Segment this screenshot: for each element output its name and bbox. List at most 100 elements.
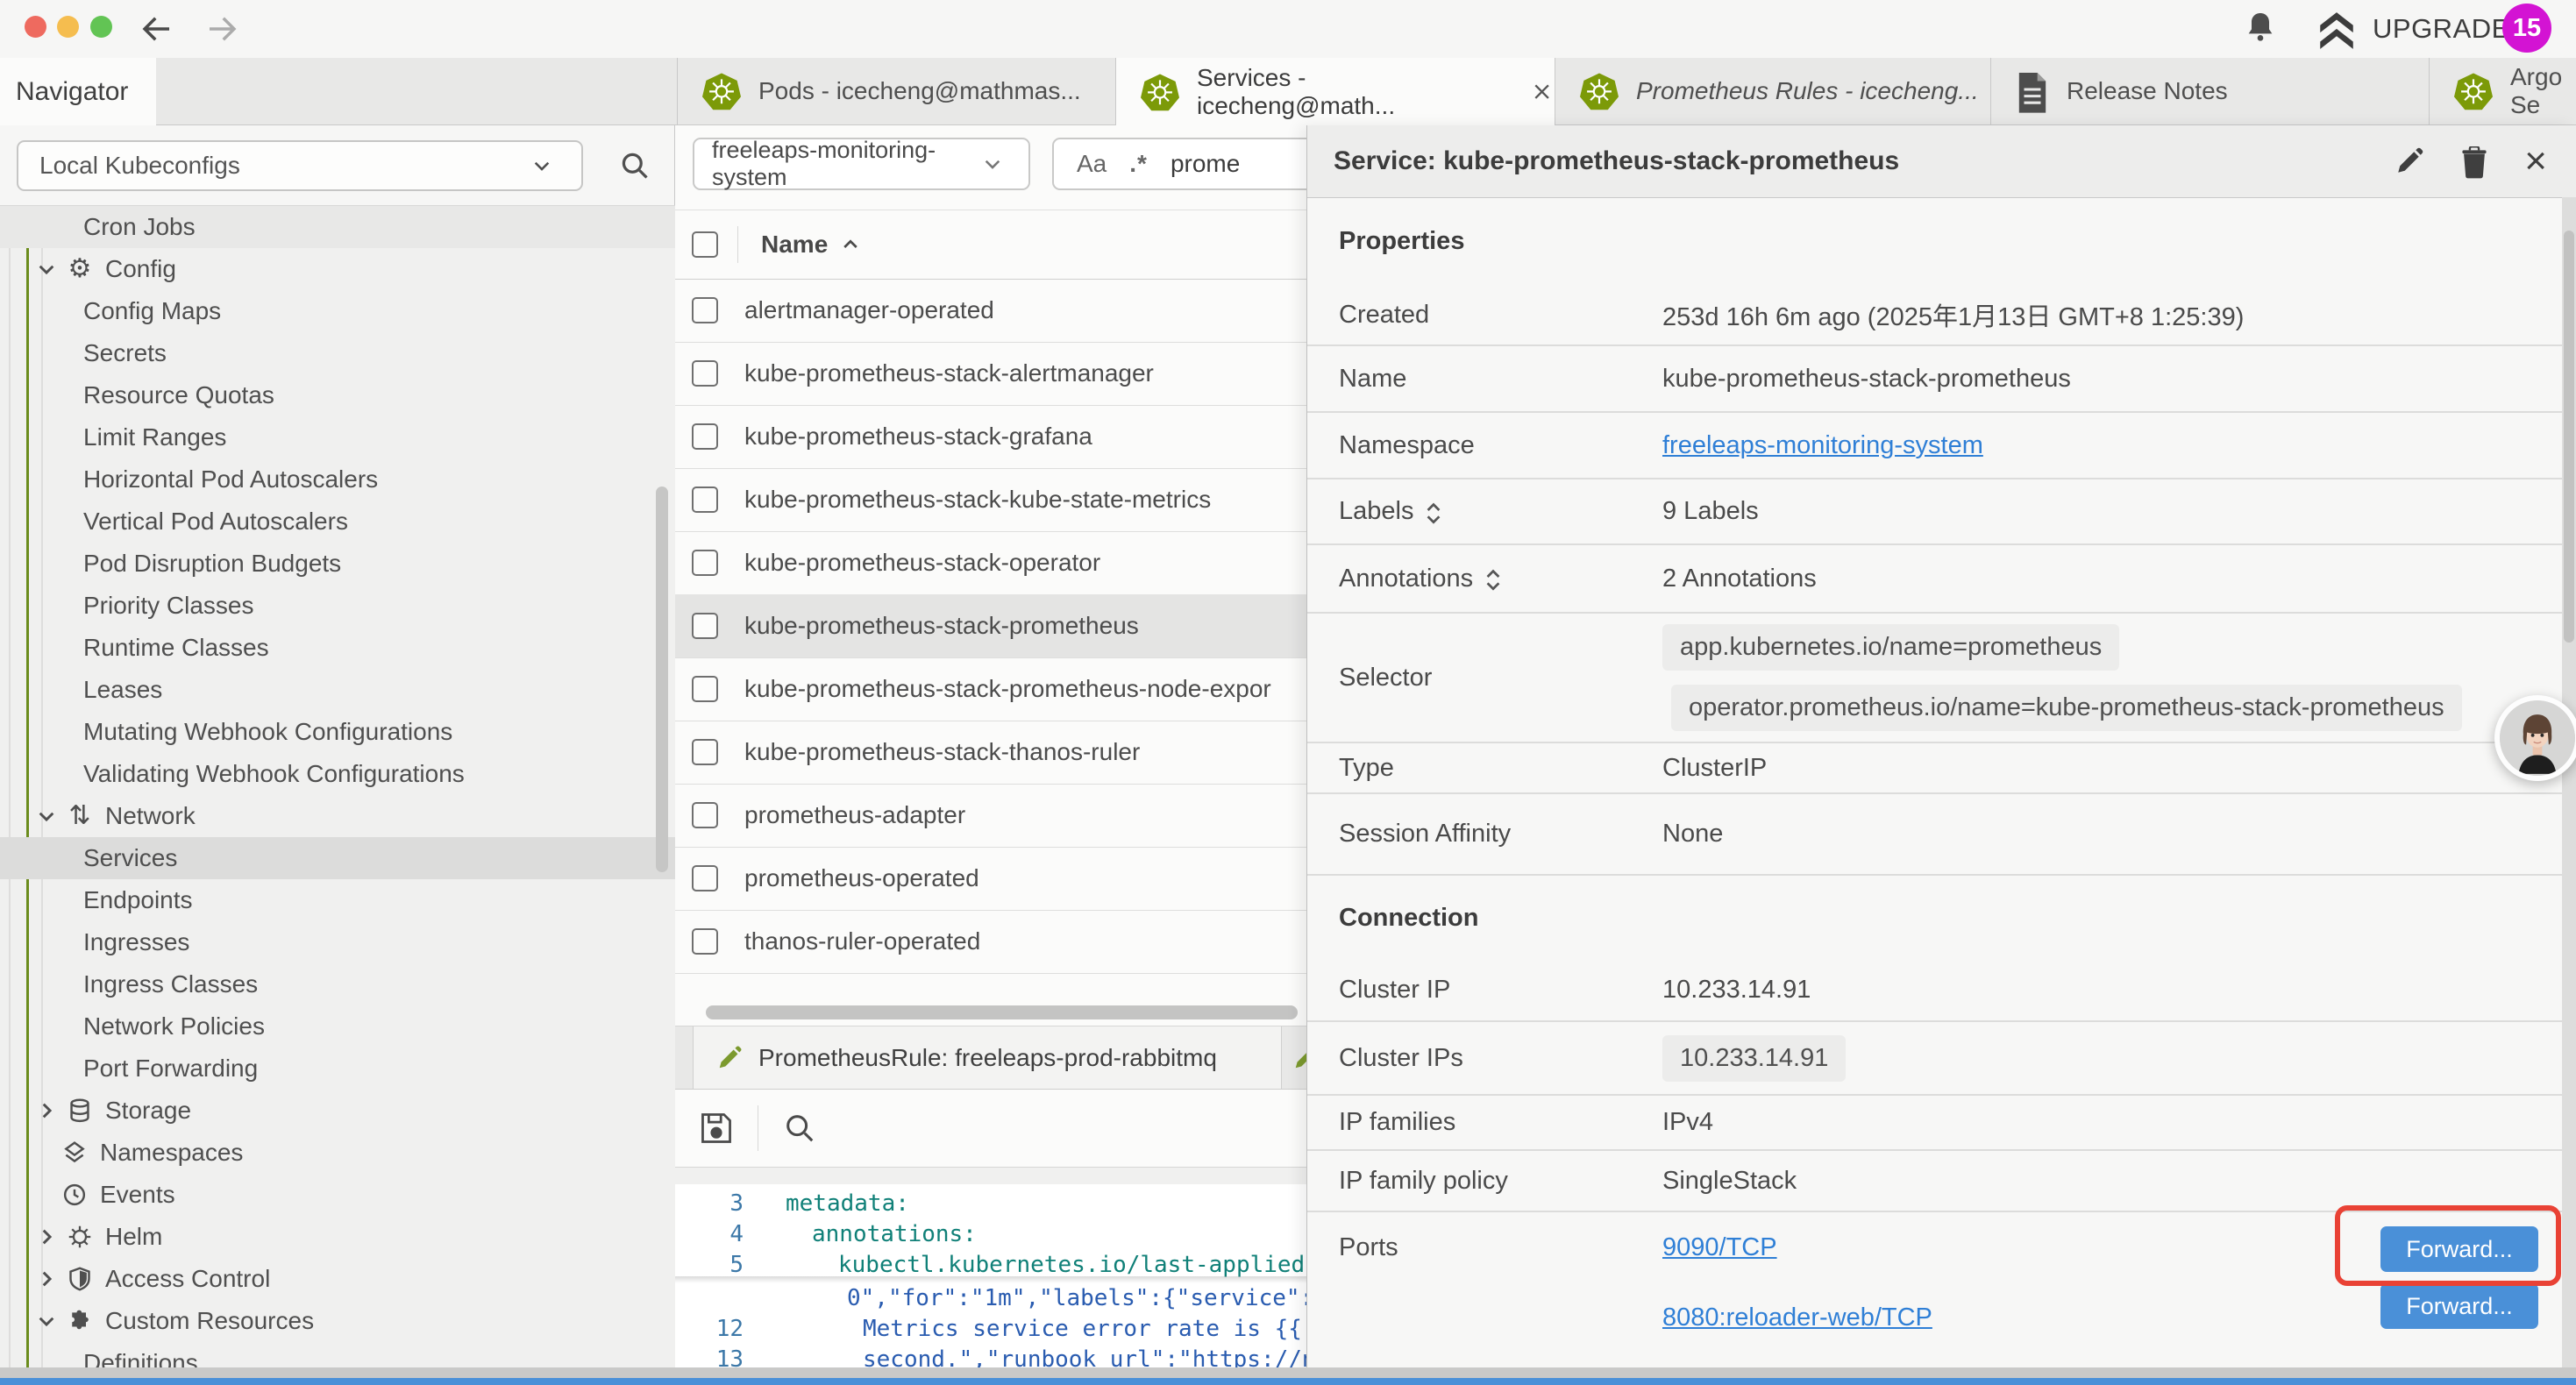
sidebar-scrollbar[interactable] <box>656 487 668 872</box>
close-icon[interactable]: × <box>2524 146 2547 176</box>
network-updown-icon: ⇅ <box>65 801 95 831</box>
table-row[interactable]: thanos-ruler-operated <box>675 910 1377 974</box>
sort-ascending-icon[interactable] <box>840 234 861 255</box>
save-icon[interactable] <box>700 1112 733 1145</box>
port-link[interactable]: 9090/TCP <box>1662 1233 1777 1262</box>
row-checkbox[interactable] <box>692 928 718 955</box>
notification-count-badge[interactable]: 15 <box>2502 4 2551 53</box>
yaml-key: metadata: <box>786 1189 909 1219</box>
sidebar-item-leases[interactable]: Leases <box>0 669 675 711</box>
maximize-window-button[interactable] <box>90 16 112 38</box>
back-arrow-icon[interactable] <box>139 11 175 47</box>
sidebar-item-config-maps[interactable]: Config Maps <box>0 290 675 332</box>
tab-prometheus-rules[interactable]: Prometheus Rules - icecheng... <box>1555 58 1990 124</box>
port-link[interactable]: 8080:reloader-web/TCP <box>1662 1303 1932 1332</box>
sidebar-item-mutating-webhook-configurations[interactable]: Mutating Webhook Configurations <box>0 711 675 753</box>
sidebar-item-events[interactable]: Events <box>0 1174 675 1216</box>
sidebar-item-resource-quotas[interactable]: Resource Quotas <box>0 374 675 416</box>
row-checkbox[interactable] <box>692 297 718 323</box>
table-row[interactable]: prometheus-operated <box>675 847 1377 911</box>
horizontal-scrollbar[interactable] <box>706 1005 1298 1019</box>
sidebar-item-network[interactable]: ⇅ Network <box>0 795 675 837</box>
expand-collapse-icon[interactable] <box>1424 501 1443 523</box>
close-tab-icon[interactable] <box>1529 79 1555 105</box>
sidebar-item-priority-classes[interactable]: Priority Classes <box>0 585 675 627</box>
row-checkbox[interactable] <box>692 360 718 387</box>
row-checkbox[interactable] <box>692 613 718 639</box>
chevron-right-icon[interactable] <box>35 1225 58 1248</box>
kubeconfig-selector[interactable]: Local Kubeconfigs <box>17 140 583 191</box>
sidebar-item-limit-ranges[interactable]: Limit Ranges <box>0 416 675 458</box>
chevron-right-icon[interactable] <box>35 1268 58 1290</box>
selector-badge: operator.prometheus.io/name=kube-prometh… <box>1671 685 2462 731</box>
row-checkbox[interactable] <box>692 676 718 702</box>
table-row[interactable]: prometheus-adapter <box>675 784 1377 848</box>
sidebar-item-port-forwarding[interactable]: Port Forwarding <box>0 1048 675 1090</box>
expand-collapse-icon[interactable] <box>1484 567 1503 590</box>
chevron-down-icon[interactable] <box>35 258 58 281</box>
select-all-checkbox[interactable] <box>692 231 718 258</box>
yaml-editor[interactable]: 3metadata: 4annotations: 5kubectl.kubern… <box>675 1184 1377 1378</box>
namespace-selector[interactable]: freeleaps-monitoring-system <box>693 138 1030 190</box>
bottom-divider-bar <box>0 1367 2576 1378</box>
table-row[interactable]: kube-prometheus-stack-thanos-ruler <box>675 721 1377 785</box>
editor-search-icon[interactable] <box>783 1112 816 1145</box>
table-row[interactable]: kube-prometheus-stack-kube-state-metrics <box>675 468 1377 532</box>
sidebar-item-pod-disruption-budgets[interactable]: Pod Disruption Budgets <box>0 543 675 585</box>
table-row[interactable]: alertmanager-operated <box>675 279 1377 343</box>
notifications-bell-icon[interactable] <box>2243 9 2278 47</box>
sidebar-item-horizontal-pod-autoscalers[interactable]: Horizontal Pod Autoscalers <box>0 458 675 501</box>
row-checkbox[interactable] <box>692 802 718 828</box>
editor-tab-prometheusrule[interactable]: PrometheusRule: freeleaps-prod-rabbitmq <box>693 1026 1282 1089</box>
sidebar-item-runtime-classes[interactable]: Runtime Classes <box>0 627 675 669</box>
sidebar-item-vertical-pod-autoscalers[interactable]: Vertical Pod Autoscalers <box>0 501 675 543</box>
table-row-selected[interactable]: kube-prometheus-stack-prometheus <box>675 594 1377 658</box>
regex-toggle[interactable]: .* <box>1129 150 1148 178</box>
sidebar-item-network-policies[interactable]: Network Policies <box>0 1005 675 1048</box>
upgrade-button[interactable]: UPGRADE <box>2315 7 2510 51</box>
forward-port-button[interactable]: Forward... <box>2380 1283 2538 1329</box>
row-checkbox[interactable] <box>692 423 718 450</box>
tab-release-notes[interactable]: Release Notes <box>1990 58 2429 124</box>
minimize-window-button[interactable] <box>57 16 79 38</box>
edit-pencil-icon[interactable] <box>2395 146 2424 176</box>
sidebar-item-config[interactable]: ⚙ Config <box>0 248 675 290</box>
sidebar-item-access-control[interactable]: Access Control <box>0 1258 675 1300</box>
name-column-header[interactable]: Name <box>761 231 828 259</box>
sidebar-item-ingresses[interactable]: Ingresses <box>0 921 675 963</box>
row-checkbox[interactable] <box>692 739 718 765</box>
chevron-right-icon[interactable] <box>35 1099 58 1122</box>
tab-argo[interactable]: Argo Se <box>2429 58 2576 124</box>
user-avatar[interactable] <box>2494 695 2576 781</box>
chevron-down-icon[interactable] <box>35 1310 58 1332</box>
sidebar-item-namespaces[interactable]: Namespaces <box>0 1132 675 1174</box>
navigator-panel-tab[interactable]: Navigator <box>0 58 156 125</box>
chevron-down-icon[interactable] <box>35 805 58 827</box>
tab-pods[interactable]: Pods - icecheng@mathmas... <box>677 58 1115 124</box>
detail-scrollbar[interactable] <box>2564 231 2574 643</box>
table-row[interactable]: kube-prometheus-stack-alertmanager <box>675 342 1377 406</box>
sidebar-item-helm[interactable]: Helm <box>0 1216 675 1258</box>
match-case-toggle[interactable]: Aa <box>1077 150 1107 178</box>
search-icon[interactable] <box>619 150 651 181</box>
close-window-button[interactable] <box>25 16 46 38</box>
trash-icon[interactable] <box>2459 146 2489 176</box>
table-row[interactable]: kube-prometheus-stack-prometheus-node-ex… <box>675 657 1377 721</box>
row-checkbox[interactable] <box>692 487 718 513</box>
sidebar-item-custom-resources[interactable]: Custom Resources <box>0 1300 675 1342</box>
sidebar-item-endpoints[interactable]: Endpoints <box>0 879 675 921</box>
row-checkbox[interactable] <box>692 865 718 891</box>
search-query[interactable]: prome <box>1171 150 1240 178</box>
sidebar-item-validating-webhook-configurations[interactable]: Validating Webhook Configurations <box>0 753 675 795</box>
table-row[interactable]: kube-prometheus-stack-grafana <box>675 405 1377 469</box>
sidebar-item-secrets[interactable]: Secrets <box>0 332 675 374</box>
sidebar-item-storage[interactable]: Storage <box>0 1090 675 1132</box>
sidebar-item-services[interactable]: Services <box>0 837 675 879</box>
forward-arrow-icon[interactable] <box>203 11 240 47</box>
row-checkbox[interactable] <box>692 550 718 576</box>
table-row[interactable]: kube-prometheus-stack-operator <box>675 531 1377 595</box>
tab-services[interactable]: Services - icecheng@math... <box>1115 58 1555 125</box>
sidebar-item-ingress-classes[interactable]: Ingress Classes <box>0 963 675 1005</box>
sidebar-item-cron-jobs[interactable]: Cron Jobs <box>0 206 675 248</box>
namespace-link[interactable]: freeleaps-monitoring-system <box>1662 431 1983 460</box>
